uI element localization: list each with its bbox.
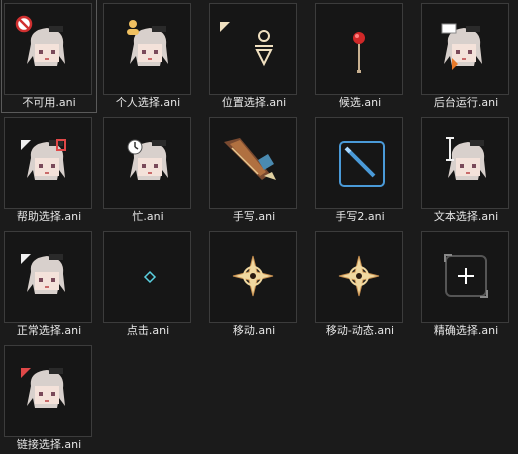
file-name: 点击.ani xyxy=(126,324,170,337)
move-animated-cursor-icon xyxy=(338,255,380,297)
file-thumbnail xyxy=(103,3,191,95)
file-name: 移动.ani xyxy=(232,324,276,337)
file-thumbnail xyxy=(315,231,403,323)
file-thumbnail xyxy=(4,3,92,95)
file-name: 手写.ani xyxy=(232,210,276,223)
file-thumbnail xyxy=(4,231,92,323)
file-thumbnail xyxy=(421,117,509,209)
file-tile[interactable]: 正常选择.ani xyxy=(2,228,96,340)
working-in-background-cursor-icon xyxy=(441,23,482,70)
click-cursor-icon xyxy=(143,270,157,284)
file-tile[interactable]: 链接选择.ani xyxy=(2,342,96,454)
file-tile[interactable]: 候选.ani xyxy=(313,0,407,112)
alternate-select-cursor-icon xyxy=(353,32,365,73)
file-name: 忙.ani xyxy=(132,210,164,223)
file-thumbnail xyxy=(4,345,92,437)
file-tile[interactable]: 移动.ani xyxy=(207,228,301,340)
file-thumbnail xyxy=(315,3,403,95)
file-thumbnail xyxy=(421,3,509,95)
file-name: 精确选择.ani xyxy=(433,324,499,337)
handwriting-2-cursor-icon xyxy=(339,141,385,187)
text-select-cursor-icon xyxy=(446,137,486,180)
file-thumbnail xyxy=(209,3,297,95)
file-name: 位置选择.ani xyxy=(221,96,287,109)
file-name: 移动-动态.ani xyxy=(325,324,395,337)
file-tile[interactable]: 点击.ani xyxy=(101,228,195,340)
unavailable-cursor-icon xyxy=(15,15,65,66)
file-tile[interactable]: 位置选择.ani xyxy=(207,0,301,112)
help-select-cursor-icon xyxy=(21,139,66,180)
file-tile[interactable]: 不可用.ani xyxy=(1,0,97,113)
file-name: 帮助选择.ani xyxy=(16,210,82,223)
file-tile[interactable]: 后台运行.ani xyxy=(419,0,513,112)
file-tile[interactable]: 帮助选择.ani xyxy=(2,114,96,226)
busy-cursor-icon xyxy=(127,139,168,180)
file-name: 文本选择.ani xyxy=(433,210,499,223)
file-tile[interactable]: 手写2.ani xyxy=(313,114,407,226)
person-select-cursor-icon xyxy=(127,20,168,66)
file-tile[interactable]: 个人选择.ani xyxy=(101,0,195,112)
link-select-cursor-icon xyxy=(21,368,65,408)
file-thumbnail xyxy=(315,117,403,209)
file-thumbnail xyxy=(421,231,509,323)
file-tile[interactable]: 手写.ani xyxy=(207,114,301,226)
file-name: 个人选择.ani xyxy=(115,96,181,109)
file-grid: 不可用.ani 个人选择.ani 位置选择.ani 候选.ani 后台运行.an… xyxy=(0,0,518,454)
file-tile[interactable]: 移动-动态.ani xyxy=(313,228,407,340)
precision-select-cursor-icon xyxy=(444,254,488,298)
handwriting-cursor-icon xyxy=(224,138,276,180)
file-name: 候选.ani xyxy=(338,96,382,109)
file-name: 链接选择.ani xyxy=(16,438,82,451)
normal-select-cursor-icon xyxy=(21,254,65,294)
file-tile[interactable]: 精确选择.ani xyxy=(419,228,513,340)
file-thumbnail xyxy=(4,117,92,209)
file-name: 正常选择.ani xyxy=(16,324,82,337)
location-select-cursor-icon xyxy=(220,22,273,67)
move-cursor-icon xyxy=(232,255,274,297)
file-tile[interactable]: 忙.ani xyxy=(101,114,195,226)
file-tile[interactable]: 文本选择.ani xyxy=(419,114,513,226)
file-name: 后台运行.ani xyxy=(433,96,499,109)
file-thumbnail xyxy=(209,117,297,209)
file-name: 不可用.ani xyxy=(22,96,76,109)
file-thumbnail xyxy=(103,117,191,209)
file-thumbnail xyxy=(209,231,297,323)
file-thumbnail xyxy=(103,231,191,323)
file-name: 手写2.ani xyxy=(335,210,385,223)
